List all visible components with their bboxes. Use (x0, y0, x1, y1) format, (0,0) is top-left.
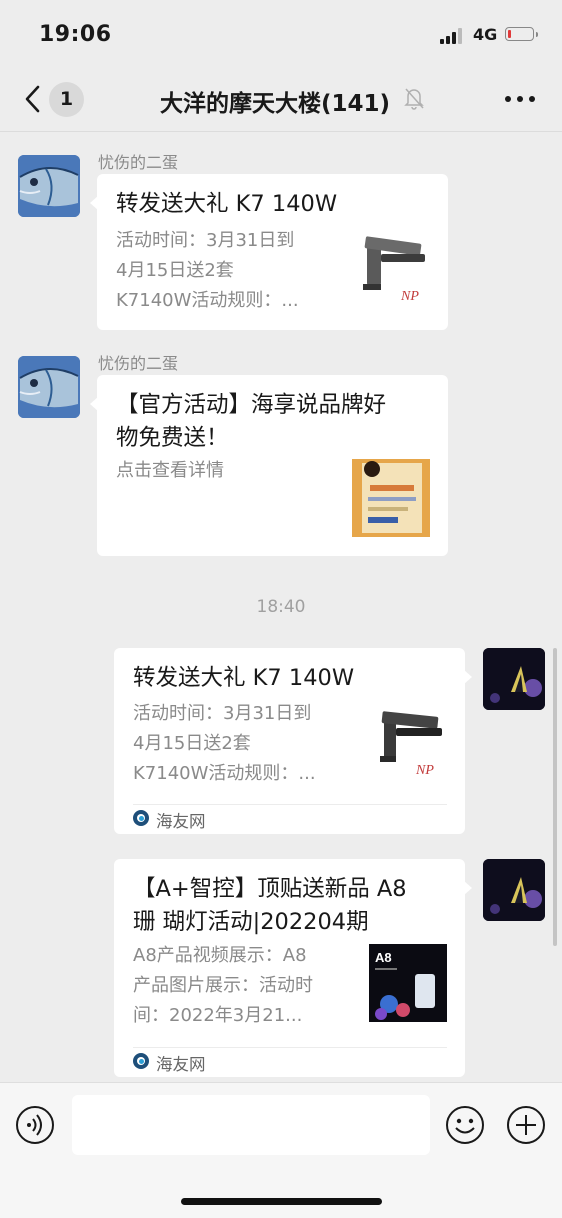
sender-avatar[interactable] (18, 356, 80, 418)
card-source: 海友网 (156, 812, 206, 831)
signal-icon (440, 28, 466, 44)
chat-header: 1 大洋的摩天大楼(141) (0, 66, 562, 132)
link-card[interactable]: 【官方活动】海享说品牌好 物免费送！ 点击查看详情 (90, 375, 448, 556)
link-card[interactable]: 转发送大礼 K7 140W 活动时间：3月31日到 4月15日送2套 K7140… (114, 648, 472, 834)
my-avatar[interactable] (483, 859, 545, 921)
fish-avatar-image (18, 356, 80, 418)
card-thumbnail: NP (359, 230, 437, 308)
unread-count-badge[interactable]: 1 (49, 82, 84, 117)
source-logo-icon (133, 810, 149, 826)
card-title: 转发送大礼 K7 140W (116, 191, 338, 217)
link-card[interactable]: 【A+智控】顶贴送新品 A8 珊 瑚灯活动|202204期 A8产品视频展示：A… (114, 859, 472, 1077)
card-thumbnail: NP (376, 706, 454, 784)
chat-title: 大洋的摩天大楼(141) (160, 91, 391, 117)
more-options-icon[interactable] (505, 96, 535, 104)
sender-name: 忧伤的二蛋 (98, 354, 179, 373)
home-indicator (181, 1198, 382, 1205)
source-logo-icon (133, 1053, 149, 1069)
chat-timestamp: 18:40 (256, 597, 306, 617)
network-label: 4G (473, 25, 498, 44)
input-bar (0, 1082, 562, 1218)
card-source: 海友网 (156, 1055, 206, 1074)
card-description: A8产品视频展示：A8 产品图片展示：活动时 间：2022年3月21... (133, 945, 313, 1026)
chat-scrollbar[interactable] (553, 648, 557, 946)
emoji-icon[interactable] (445, 1105, 485, 1145)
card-title: 转发送大礼 K7 140W (133, 665, 355, 691)
np-logo-text: NP (415, 763, 434, 778)
status-bar: 19:06 4G (0, 0, 562, 66)
card-description: 点击查看详情 (116, 460, 224, 481)
link-card[interactable]: 转发送大礼 K7 140W 活动时间：3月31日到 4月15日送2套 K7140… (90, 174, 448, 330)
thumb-product-label: A8 (375, 950, 392, 965)
message-input[interactable] (72, 1095, 430, 1155)
coral-avatar-image (483, 859, 545, 921)
my-avatar[interactable] (483, 648, 545, 710)
plus-icon[interactable] (506, 1105, 546, 1145)
sender-name: 忧伤的二蛋 (98, 153, 179, 172)
card-description: 活动时间：3月31日到 4月15日送2套 K7140W活动规则：... (116, 230, 299, 311)
mute-bell-icon (404, 88, 424, 110)
card-title: 【官方活动】海享说品牌好 物免费送！ (116, 392, 387, 451)
sender-avatar[interactable] (18, 155, 80, 217)
battery-icon (505, 27, 538, 41)
back-chevron-icon[interactable] (20, 83, 48, 115)
coral-avatar-image (483, 648, 545, 710)
card-thumbnail (352, 459, 430, 537)
card-description: 活动时间：3月31日到 4月15日送2套 K7140W活动规则：... (133, 703, 316, 784)
np-logo-text: NP (400, 289, 419, 304)
card-thumbnail: A8 (369, 944, 447, 1022)
fish-avatar-image (18, 155, 80, 217)
status-time: 19:06 (39, 22, 112, 47)
voice-input-icon[interactable] (15, 1105, 55, 1145)
card-title: 【A+智控】顶贴送新品 A8 珊 瑚灯活动|202204期 (133, 876, 407, 935)
